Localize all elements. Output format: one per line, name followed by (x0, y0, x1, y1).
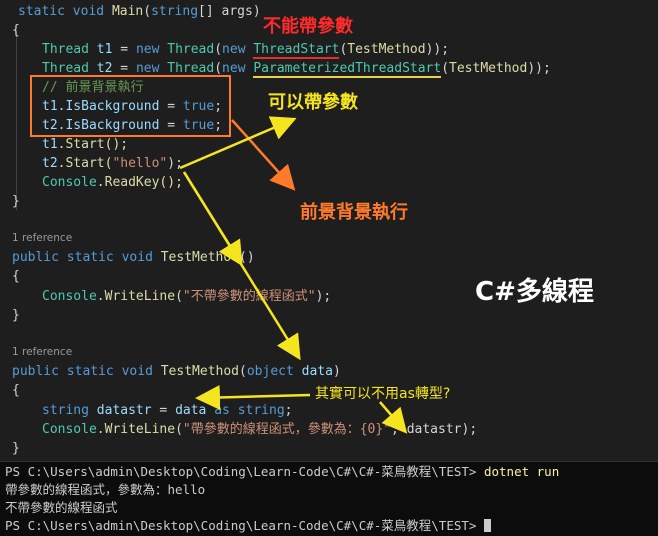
terminal-line-output1: 帶參數的線程函式，參數為：hello (5, 482, 206, 497)
yellow-arrow-as (195, 384, 311, 410)
annotation-title: C#多線程 (475, 277, 594, 307)
annotation-can-param: 可以帶參數 (268, 92, 358, 113)
terminal-line-output2: 不帶參數的線程函式 (5, 500, 118, 515)
annotation-no-param: 不能帶參數 (263, 16, 353, 37)
annotation-question: 其實可以不用as轉型? (315, 386, 451, 402)
terminal-line-prompt: PS C:\Users\admin\Desktop\Coding\Learn-C… (5, 517, 491, 534)
terminal-panel[interactable]: PS C:\Users\admin\Desktop\Coding\Learn-C… (0, 461, 658, 536)
yellow-arrow-testmethod2 (182, 171, 301, 361)
yellow-arrow-can-param (179, 116, 297, 170)
yellow-arrow-format (379, 401, 408, 434)
terminal-cursor (483, 519, 491, 532)
annotation-fg-bg: 前景背景執行 (300, 202, 408, 223)
orange-arrow (231, 119, 296, 191)
terminal-line-command: PS C:\Users\admin\Desktop\Coding\Learn-C… (5, 464, 560, 479)
background-box (30, 75, 231, 137)
